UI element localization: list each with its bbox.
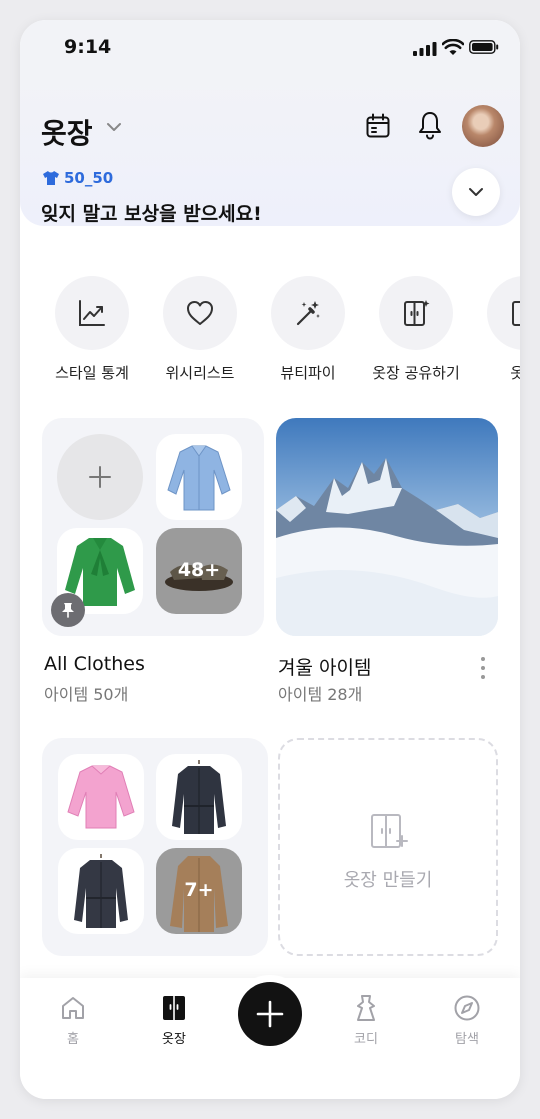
add-item-button[interactable] xyxy=(57,434,143,520)
item-thumbnail-dark-coat[interactable] xyxy=(58,848,144,934)
tab-home[interactable]: 홈 xyxy=(43,994,103,1047)
more-count: 48+ xyxy=(177,559,221,581)
item-thumbnail-black-coat[interactable] xyxy=(156,754,242,840)
wifi-icon xyxy=(442,39,464,55)
tab-label: 코디 xyxy=(354,1032,378,1047)
shortcut-label: 스타일 통계 xyxy=(55,364,129,382)
plus-icon xyxy=(256,1000,284,1028)
collection-count: 아이템 28개 xyxy=(278,685,363,704)
more-options-icon[interactable] xyxy=(480,656,486,680)
item-thumbnail-pink-shirt[interactable] xyxy=(58,754,144,840)
compass-icon xyxy=(454,995,480,1021)
wardrobe-icon xyxy=(512,301,520,326)
collection-count: 아이템 50개 xyxy=(44,685,129,704)
tab-explore[interactable]: 탐색 xyxy=(437,994,497,1047)
shortcut-label: 옷장 공유하기 xyxy=(372,364,460,382)
coat-image xyxy=(74,854,128,928)
dress-icon xyxy=(357,995,375,1021)
signal-icon xyxy=(413,42,437,56)
promo-code: 50_50 xyxy=(42,169,113,187)
tab-label: 탐색 xyxy=(455,1032,479,1047)
shortcut-beautify[interactable]: 뷰티파이 xyxy=(258,276,358,383)
page-title[interactable]: 옷장 xyxy=(41,112,93,152)
coat-image xyxy=(172,760,226,834)
create-wardrobe-label: 옷장 만들기 xyxy=(343,870,433,891)
header: 옷장 50_50 잊지 말고 보상을 받으세요! xyxy=(20,76,520,226)
item-thumbnail-more[interactable]: 7+ xyxy=(156,848,242,934)
promo-message: 잊지 말고 보상을 받으세요! xyxy=(41,203,262,225)
create-wardrobe-button[interactable]: 옷장 만들기 xyxy=(278,738,498,956)
magic-wand-icon xyxy=(296,301,320,326)
shirt-image xyxy=(167,445,231,511)
bell-icon[interactable] xyxy=(416,110,444,140)
tab-closet[interactable]: 옷장 xyxy=(144,994,204,1047)
promo-code-text: 50_50 xyxy=(64,169,114,187)
collection-card-outerwear[interactable]: 7+ xyxy=(42,738,268,956)
avatar[interactable] xyxy=(462,105,504,147)
shortcut-wishlist[interactable]: 위시리스트 xyxy=(150,276,250,383)
item-thumbnail-more[interactable]: 48+ xyxy=(156,528,242,614)
tshirt-icon xyxy=(43,171,59,185)
pin-icon xyxy=(51,593,85,627)
plus-icon xyxy=(89,466,111,488)
home-icon xyxy=(62,997,84,1019)
collection-name: 겨울 아이템 xyxy=(278,657,372,679)
tab-label: 홈 xyxy=(67,1032,79,1047)
chevron-down-icon[interactable] xyxy=(105,118,123,136)
shortcut-share-closet[interactable]: 옷장 공유하기 xyxy=(366,276,466,383)
promo-expand-button[interactable] xyxy=(452,168,500,216)
wardrobe-share-icon xyxy=(404,300,430,326)
winter-mountain-image xyxy=(276,418,498,636)
status-bar: 9:14 xyxy=(20,20,520,76)
app-screen: 9:14 옷장 50_50 잊지 말고 보상을 받으세요! 스타일 통계 위시리… xyxy=(20,20,520,1099)
shirt-image xyxy=(67,765,135,829)
shortcut-closet[interactable]: 옷장 xyxy=(474,276,520,383)
chevron-down-icon xyxy=(469,188,483,196)
calendar-icon[interactable] xyxy=(364,112,392,140)
shortcut-label: 뷰티파이 xyxy=(280,364,336,382)
heart-icon xyxy=(187,301,213,325)
collection-card-all-clothes[interactable]: 48+ xyxy=(42,418,264,636)
chart-icon xyxy=(79,300,105,326)
more-count: 7+ xyxy=(184,879,214,901)
shortcut-style-stats[interactable]: 스타일 통계 xyxy=(42,276,142,383)
item-thumbnail-blue-shirt[interactable] xyxy=(156,434,242,520)
collection-card-winter[interactable] xyxy=(276,418,498,636)
wardrobe-icon xyxy=(163,996,185,1020)
battery-icon xyxy=(469,40,499,54)
tab-outfit[interactable]: 코디 xyxy=(336,994,396,1047)
shortcut-label: 위시리스트 xyxy=(165,364,235,382)
status-time: 9:14 xyxy=(64,36,112,58)
wardrobe-add-icon xyxy=(371,814,408,848)
add-button[interactable] xyxy=(238,982,302,1046)
shortcut-label: 옷장 xyxy=(510,364,520,382)
tab-label: 옷장 xyxy=(162,1032,186,1047)
collection-name: All Clothes xyxy=(44,653,145,675)
shortcut-row: 스타일 통계 위시리스트 뷰티파이 옷장 공유하기 옷 xyxy=(20,276,520,386)
